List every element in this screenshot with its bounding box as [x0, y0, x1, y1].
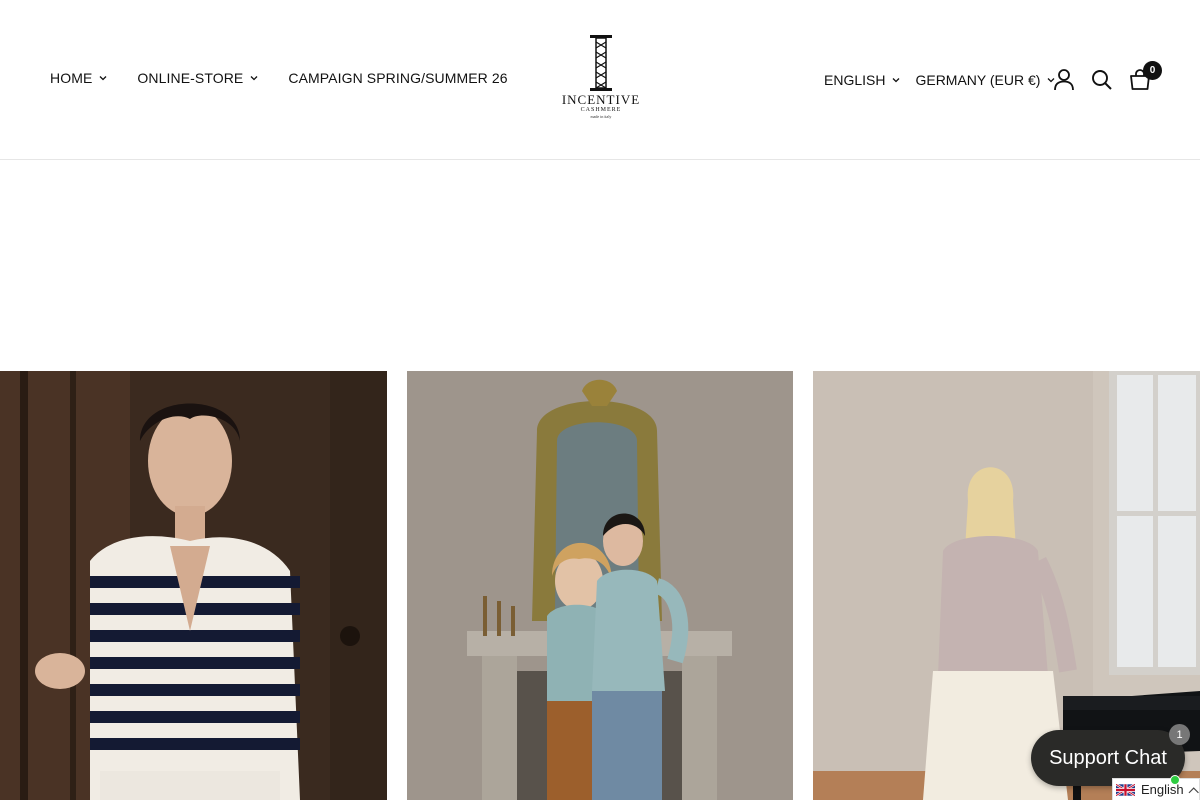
language-selector[interactable]: ENGLISH	[824, 68, 900, 88]
chevron-up-icon	[1188, 786, 1199, 793]
search-icon[interactable]	[1090, 68, 1114, 92]
chevron-down-icon	[893, 78, 900, 83]
nav-item-online-store[interactable]: ONLINE-STORE	[137, 70, 258, 86]
couple-mirror-photo	[407, 371, 793, 800]
country-selector[interactable]: GERMANY (EUR €)	[915, 68, 1055, 88]
country-selector-label: GERMANY (EUR €)	[915, 72, 1041, 88]
brand-logo[interactable]: INCENTIVE CASHMERE made in italy	[555, 34, 647, 126]
nav-campaign-label: CAMPAIGN SPRING/SUMMER 26	[288, 70, 508, 86]
translate-language-widget[interactable]: English	[1112, 778, 1200, 800]
language-selector-label: ENGLISH	[824, 72, 886, 88]
campaign-gallery	[0, 371, 1200, 800]
nav-home-label: HOME	[50, 70, 93, 86]
gallery-tile-2[interactable]	[407, 371, 793, 800]
logo-emblem	[590, 35, 612, 91]
logo-wordmark: INCENTIVE	[561, 92, 641, 107]
chevron-down-icon	[99, 76, 107, 81]
cart-count-badge: 0	[1143, 61, 1162, 80]
uk-flag-icon	[1116, 783, 1135, 796]
logo-tagline: made in italy	[590, 114, 612, 119]
nav-online-store-label: ONLINE-STORE	[137, 70, 244, 86]
online-status-indicator	[1170, 775, 1180, 785]
gallery-tile-1[interactable]	[0, 371, 387, 800]
site-header: HOME ONLINE-STORE CAMPAIGN SPRING/SUMMER…	[0, 0, 1200, 160]
striped-cardigan-photo	[0, 371, 387, 800]
nav-item-campaign[interactable]: CAMPAIGN SPRING/SUMMER 26	[288, 70, 507, 86]
chevron-down-icon	[250, 76, 258, 81]
locale-selectors: ENGLISH GERMANY (EUR €)	[824, 68, 1070, 88]
logo-sub: CASHMERE	[580, 107, 622, 113]
support-chat-label: Support Chat	[1049, 746, 1167, 769]
nav-item-home[interactable]: HOME	[50, 70, 107, 86]
support-chat-unread-badge: 1	[1169, 724, 1190, 745]
account-icon[interactable]	[1052, 68, 1076, 92]
main-nav: HOME ONLINE-STORE CAMPAIGN SPRING/SUMMER…	[50, 70, 508, 86]
